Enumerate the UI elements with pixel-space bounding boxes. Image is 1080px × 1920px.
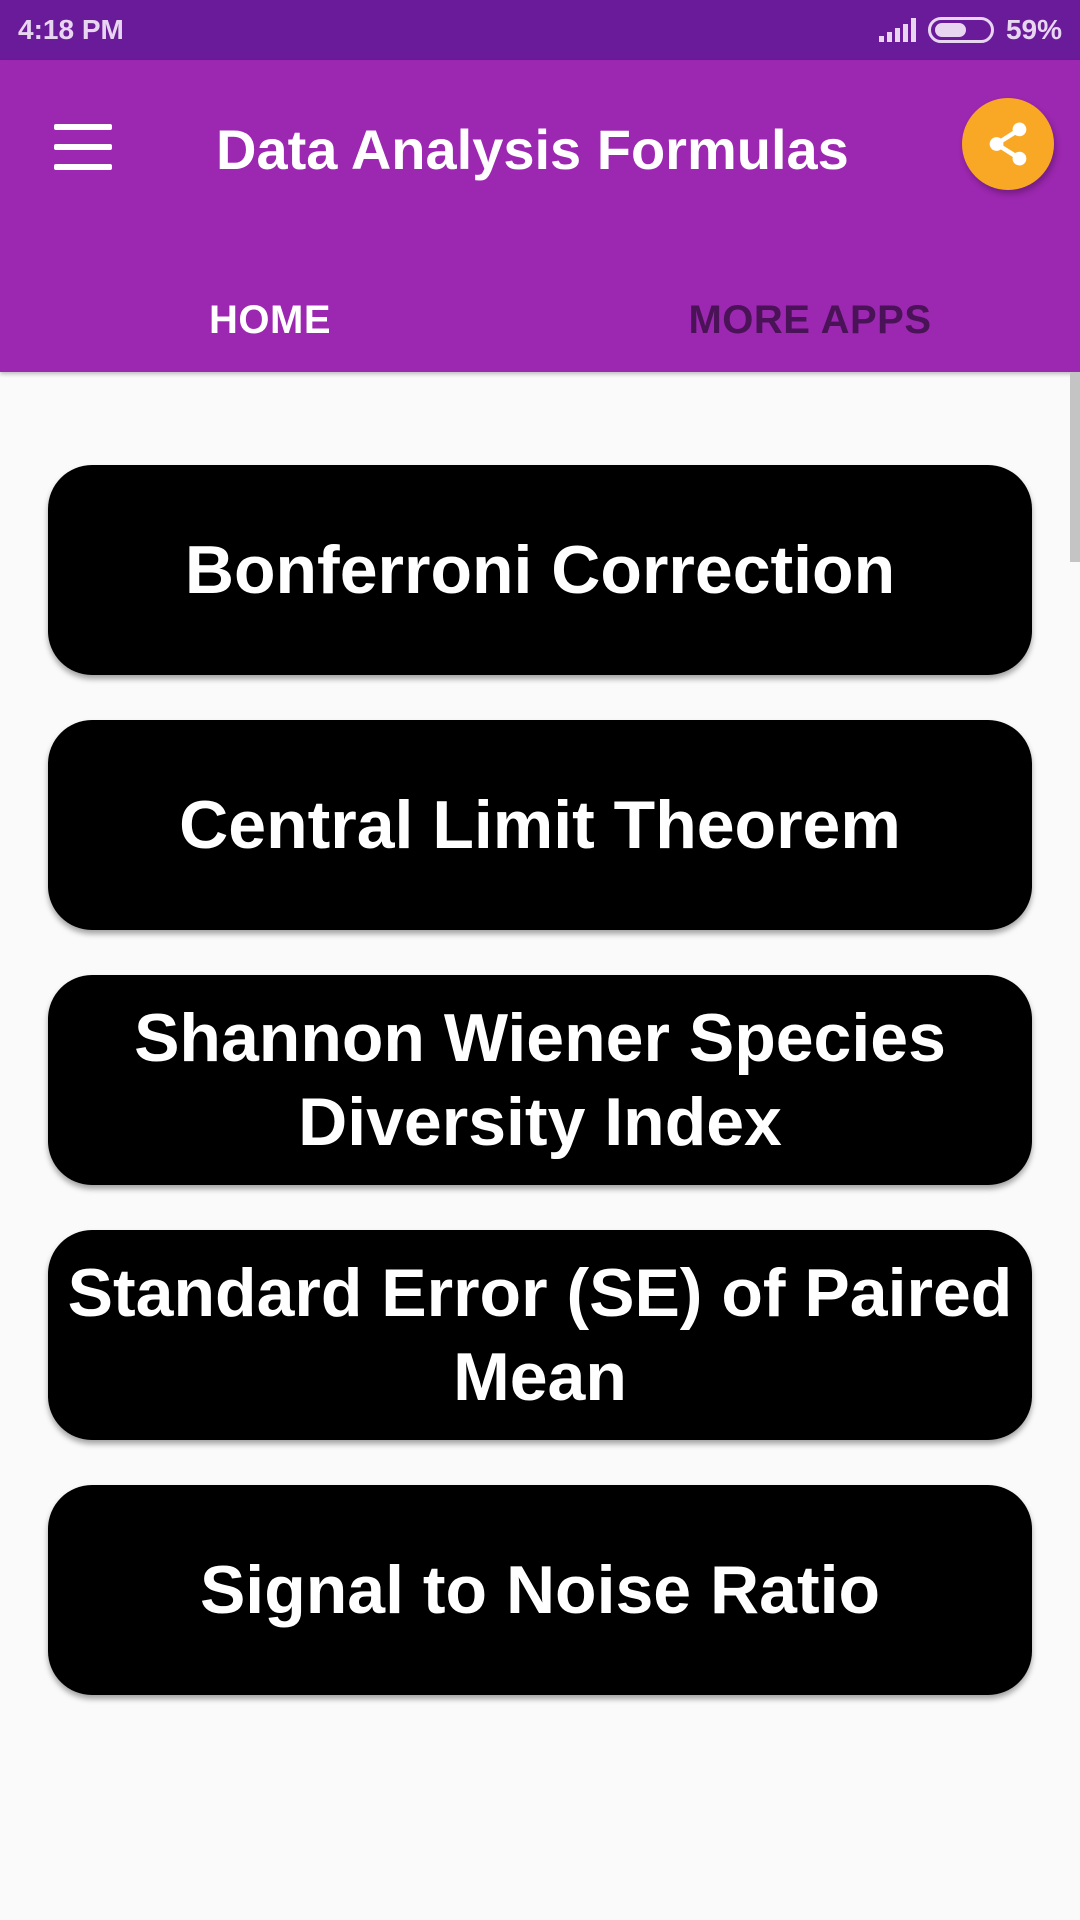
app-title: Data Analysis Formulas: [216, 118, 849, 181]
standard-error-paired-mean-button[interactable]: Standard Error (SE) of Paired Mean: [48, 1230, 1032, 1440]
tab-more-apps[interactable]: MORE APPS: [540, 270, 1080, 370]
share-button[interactable]: [962, 98, 1054, 190]
central-limit-theorem-button[interactable]: Central Limit Theorem: [48, 720, 1032, 930]
signal-bars-icon: [878, 18, 916, 42]
formula-list: Bonferroni Correction Central Limit Theo…: [0, 372, 1080, 1920]
app-bar: Data Analysis Formulas HOME MORE APPS: [0, 60, 1080, 372]
shannon-wiener-index-button[interactable]: Shannon Wiener Species Diversity Index: [48, 975, 1032, 1185]
battery-icon: [927, 17, 994, 43]
signal-to-noise-ratio-button[interactable]: Signal to Noise Ratio: [48, 1485, 1032, 1695]
status-indicators: 59%: [878, 14, 1062, 46]
bonferroni-correction-button[interactable]: Bonferroni Correction: [48, 465, 1032, 675]
tab-bar: HOME MORE APPS: [0, 270, 1080, 370]
battery-percentage: 59%: [1005, 14, 1062, 45]
status-bar: 4:18 PM 59%: [0, 0, 1080, 60]
hamburger-menu-icon[interactable]: [54, 124, 112, 170]
tab-home[interactable]: HOME: [0, 270, 540, 370]
battery-level-fill: [934, 23, 966, 37]
status-time: 4:18 PM: [18, 14, 124, 45]
share-icon: [989, 122, 1027, 166]
